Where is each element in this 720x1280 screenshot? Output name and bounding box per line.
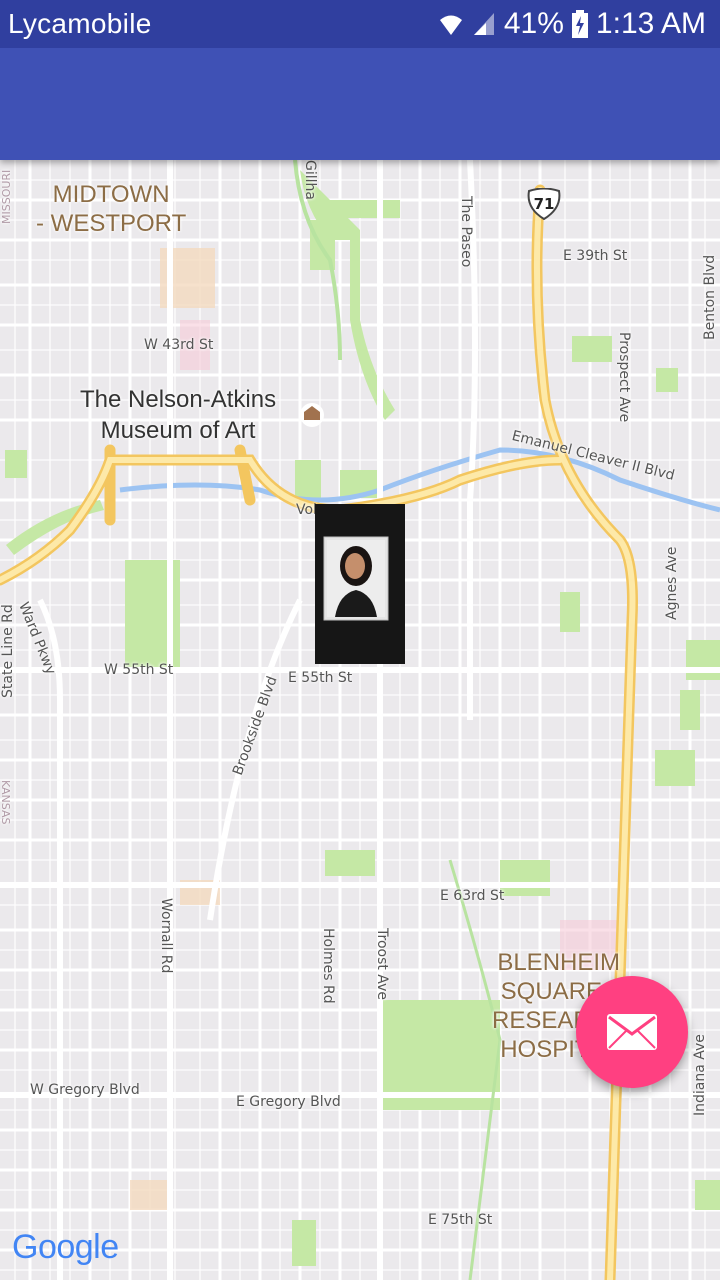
signal-icon — [473, 13, 494, 35]
street-label: Troost Ave — [374, 928, 390, 1000]
street-label: E 63rd St — [440, 888, 505, 904]
status-bar: Lycamobile 41% 1:13 AM — [0, 0, 720, 48]
poi-label-museum[interactable]: The Nelson-Atkins Museum of Art — [80, 384, 276, 446]
street-label: The Paseo — [458, 196, 474, 268]
street-label: E Gregory Blvd — [236, 1094, 341, 1110]
state-label: MISSOURI — [0, 169, 13, 224]
app-toolbar — [0, 48, 720, 160]
street-label: Vol — [296, 502, 317, 518]
street-label: Indiana Ave — [692, 1034, 708, 1116]
street-label: W Gregory Blvd — [30, 1082, 140, 1098]
street-label: Gillha — [302, 160, 318, 200]
street-label: Prospect Ave — [616, 332, 632, 423]
district-label-midtown: MIDTOWN - WESTPORT — [36, 180, 186, 238]
profile-photo-marker[interactable] — [315, 504, 405, 664]
mail-icon — [607, 1014, 657, 1050]
street-label: E 75th St — [428, 1212, 493, 1228]
google-logo: Google — [12, 1228, 119, 1267]
carrier-name: Lycamobile — [8, 8, 152, 39]
email-fab-button[interactable] — [576, 976, 688, 1088]
street-label: Wornall Rd — [158, 898, 174, 974]
map-canvas[interactable] — [0, 160, 720, 1280]
battery-charging-icon — [571, 10, 588, 38]
district-line: - WESTPORT — [36, 210, 187, 237]
battery-percent: 41% — [503, 7, 564, 40]
district-line: MIDTOWN — [52, 181, 170, 208]
wifi-icon — [439, 15, 462, 35]
map-view[interactable]: MIDTOWN - WESTPORT BLENHEIM SQUARE - RES… — [0, 160, 720, 1280]
street-label: W 55th St — [104, 662, 174, 678]
street-label: State Line Rd — [0, 604, 16, 698]
street-label: Benton Blvd — [702, 254, 718, 340]
highway-shield: 71 — [526, 188, 562, 220]
street-label: W 43rd St — [144, 337, 214, 353]
portrait-image — [315, 504, 405, 664]
clock: 1:13 AM — [595, 7, 706, 40]
state-label: KANSAS — [0, 780, 12, 825]
highway-number: 71 — [533, 195, 555, 213]
street-label: Agnes Ave — [664, 546, 680, 620]
poi-line: The Nelson-Atkins — [80, 386, 277, 413]
google-logo-text: Google — [12, 1228, 119, 1266]
street-label: E 39th St — [563, 248, 628, 264]
poi-line: Museum of Art — [100, 417, 256, 444]
street-label: E 55th St — [288, 670, 353, 686]
district-line: BLENHEIM — [497, 949, 621, 976]
street-label: Holmes Rd — [320, 928, 336, 1004]
status-icons: 41% 1:13 AM — [438, 6, 706, 42]
